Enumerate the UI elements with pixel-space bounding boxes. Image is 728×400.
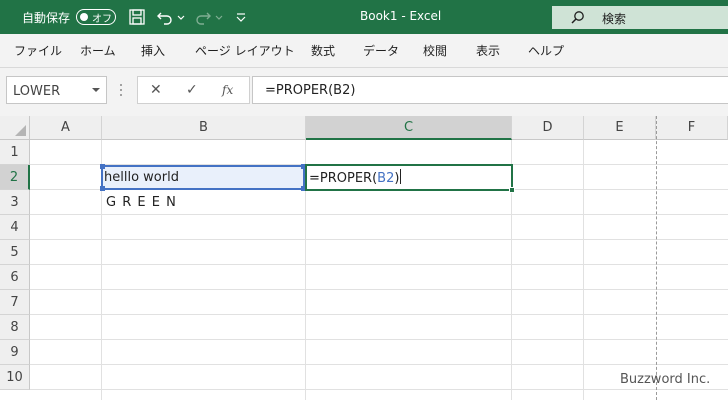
- row-header-9[interactable]: 9: [0, 340, 30, 365]
- tab-insert[interactable]: 挿入: [141, 42, 165, 59]
- autosave-state: オフ: [92, 14, 112, 25]
- row-header-10[interactable]: 10: [0, 365, 30, 390]
- page-break-line: [656, 116, 657, 400]
- ribbon-tabs: ファイル ホーム 挿入 ページ レイアウト 数式 データ 校閲 表示 ヘルプ: [0, 34, 728, 68]
- cell-c2-editor[interactable]: =PROPER(B2): [305, 164, 515, 193]
- cancel-button[interactable]: ✕: [150, 82, 162, 98]
- gridline: [30, 289, 728, 290]
- gridline: [30, 364, 728, 365]
- row-header-6[interactable]: 6: [0, 265, 30, 290]
- drag-handle-icon[interactable]: [118, 82, 124, 98]
- fill-handle-icon[interactable]: [509, 187, 515, 193]
- tab-home[interactable]: ホーム: [80, 42, 116, 59]
- row-header-8[interactable]: 8: [0, 315, 30, 340]
- enter-button[interactable]: ✓: [186, 82, 198, 98]
- redo-dropdown-icon[interactable]: [214, 8, 224, 26]
- formula-bar: LOWER ✕ ✓ fx =PROPER(B2): [0, 68, 728, 116]
- tab-data[interactable]: データ: [363, 42, 399, 59]
- cell-c2-formula: =PROPER(B2): [309, 169, 402, 186]
- customize-toolbar-icon[interactable]: [234, 8, 248, 26]
- tab-page-layout[interactable]: ページ レイアウト: [195, 42, 295, 59]
- gridline: [30, 239, 728, 240]
- range-handle-icon[interactable]: [100, 186, 105, 191]
- column-header-c[interactable]: C: [306, 116, 512, 140]
- tab-file[interactable]: ファイル: [14, 42, 62, 59]
- row-header-3[interactable]: 3: [0, 190, 30, 215]
- search-icon: [571, 11, 584, 24]
- column-header-d[interactable]: D: [512, 116, 584, 140]
- column-header-a[interactable]: A: [30, 116, 102, 140]
- formula-input-value: =PROPER(B2): [265, 83, 356, 98]
- row-header-7[interactable]: 7: [0, 290, 30, 315]
- name-box[interactable]: LOWER: [6, 76, 107, 104]
- tab-view[interactable]: 表示: [476, 42, 500, 59]
- formula-suffix: ): [394, 171, 400, 186]
- select-all-icon: [15, 125, 26, 136]
- select-all-button[interactable]: [0, 116, 30, 140]
- autosave-toggle[interactable]: オフ: [76, 9, 116, 25]
- column-header-e[interactable]: E: [584, 116, 656, 140]
- title-bar: 自動保存 オフ Book1 - Excel 検索: [0, 0, 728, 34]
- formula-buttons: ✕ ✓ fx: [137, 76, 250, 104]
- insert-function-button[interactable]: fx: [222, 83, 233, 97]
- name-box-value: LOWER: [13, 84, 61, 99]
- undo-dropdown-icon[interactable]: [176, 8, 186, 26]
- row-header-4[interactable]: 4: [0, 215, 30, 240]
- cell-b2[interactable]: helllo world: [104, 170, 179, 185]
- text-caret: [400, 169, 402, 184]
- row-header-1[interactable]: 1: [0, 140, 30, 165]
- row-header-2[interactable]: 2: [0, 165, 30, 190]
- gridline: [30, 339, 728, 340]
- window-title: Book1 - Excel: [360, 9, 442, 23]
- chevron-down-icon[interactable]: [92, 88, 100, 92]
- range-handle-icon[interactable]: [100, 164, 105, 169]
- cell-b3[interactable]: G R E E N: [106, 195, 177, 210]
- formula-input[interactable]: =PROPER(B2): [252, 76, 728, 104]
- tab-help[interactable]: ヘルプ: [528, 42, 564, 59]
- redo-icon[interactable]: [194, 8, 212, 26]
- autosave-label: 自動保存: [22, 11, 71, 25]
- gridline: [583, 140, 584, 400]
- column-header-b[interactable]: B: [102, 116, 306, 140]
- column-header-f[interactable]: F: [656, 116, 728, 140]
- save-icon[interactable]: [128, 8, 146, 26]
- gridline: [30, 314, 728, 315]
- search-label: 検索: [602, 12, 627, 26]
- gridline: [30, 264, 728, 265]
- formula-prefix: =PROPER(: [309, 171, 378, 186]
- toggle-knob-icon: [80, 13, 88, 21]
- tab-formulas[interactable]: 数式: [311, 42, 335, 59]
- undo-icon[interactable]: [156, 8, 174, 26]
- watermark: Buzzword Inc.: [620, 372, 711, 387]
- gridline: [30, 214, 728, 215]
- search-box[interactable]: 検索: [552, 6, 728, 29]
- row-header-5[interactable]: 5: [0, 240, 30, 265]
- formula-reference: B2: [377, 171, 395, 186]
- gridline: [30, 389, 728, 390]
- tab-review[interactable]: 校閲: [423, 42, 447, 59]
- worksheet-grid[interactable]: A B C D E F 1 2 3 4 5 6 7 8 9 10 helllo …: [0, 116, 728, 400]
